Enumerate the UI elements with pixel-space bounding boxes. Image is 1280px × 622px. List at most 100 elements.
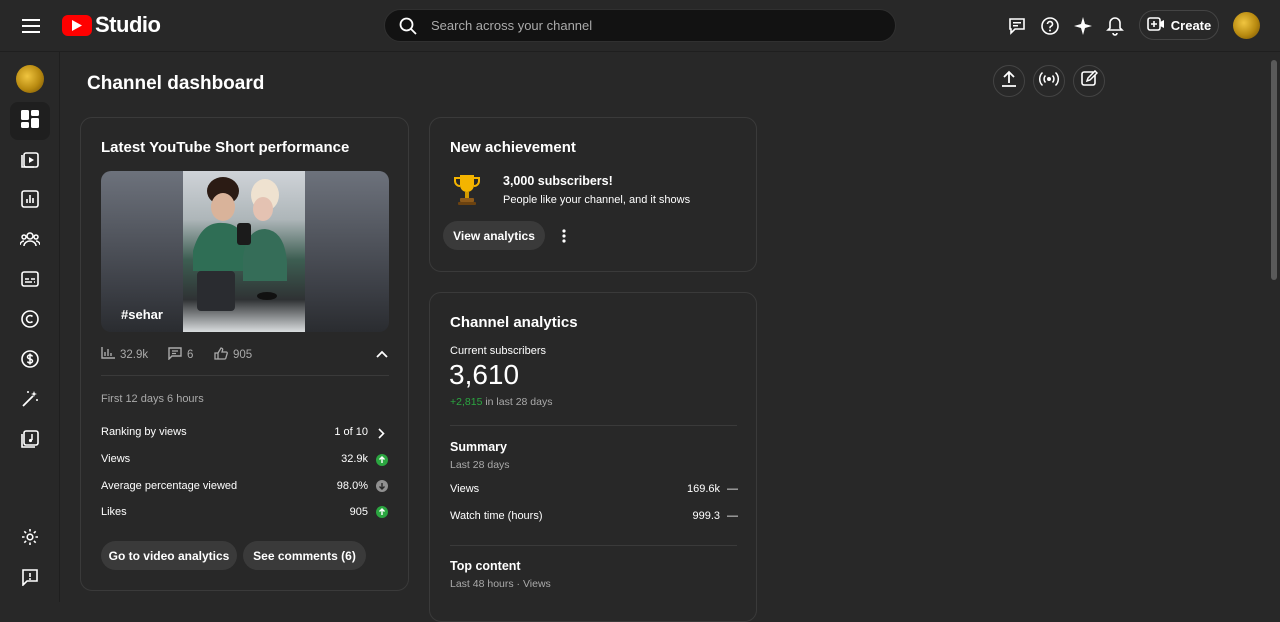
left-sidebar bbox=[0, 52, 60, 602]
nav-community[interactable] bbox=[10, 222, 50, 260]
views-stat: 32.9k bbox=[101, 347, 148, 362]
comments-count: 6 bbox=[187, 349, 194, 361]
achievement-headline: 3,000 subscribers! bbox=[503, 174, 613, 188]
monetization-dollar-icon bbox=[21, 349, 39, 373]
create-post-button[interactable] bbox=[1073, 65, 1105, 97]
achievement-subtext: People like your channel, and it shows bbox=[503, 194, 691, 206]
period-label: First 12 days 6 hours bbox=[101, 393, 204, 405]
divider bbox=[450, 425, 737, 426]
nav-settings[interactable] bbox=[10, 520, 50, 558]
summary-title: Summary bbox=[450, 440, 507, 454]
go-live-button[interactable] bbox=[1033, 65, 1065, 97]
summary-views-trend: — bbox=[727, 483, 738, 495]
create-video-icon bbox=[1146, 16, 1165, 34]
summary-watchtime-trend: — bbox=[727, 510, 738, 522]
likes-stat: 905 bbox=[214, 347, 252, 363]
divider bbox=[450, 545, 737, 546]
nav-analytics[interactable] bbox=[10, 182, 50, 220]
content-icon bbox=[21, 150, 39, 173]
subscribers-label: Current subscribers bbox=[450, 345, 546, 357]
arrow-down-icon bbox=[376, 480, 388, 492]
go-to-video-analytics-button[interactable]: Go to video analytics bbox=[101, 541, 237, 570]
studio-logo[interactable]: Studio bbox=[62, 12, 161, 38]
views-label: Views bbox=[101, 453, 131, 465]
trophy-icon bbox=[452, 173, 482, 212]
ranking-value: 1 of 10 bbox=[334, 426, 368, 438]
views-value: 32.9k bbox=[341, 453, 368, 465]
achievement-card: New achievement 3,000 subscribers! Peopl… bbox=[429, 117, 757, 272]
short-thumbnail[interactable]: #sehar bbox=[101, 171, 389, 332]
create-button[interactable]: Create bbox=[1139, 10, 1219, 40]
notifications-bell-icon[interactable] bbox=[1102, 13, 1128, 39]
avg-viewed-value: 98.0% bbox=[336, 480, 368, 492]
settings-gear-icon bbox=[21, 528, 39, 551]
views-count: 32.9k bbox=[120, 348, 149, 361]
menu-icon[interactable] bbox=[18, 14, 44, 38]
nav-earn[interactable] bbox=[10, 342, 50, 380]
create-label: Create bbox=[1170, 17, 1212, 33]
upload-icon bbox=[1001, 70, 1017, 93]
logo-text: Studio bbox=[95, 12, 161, 37]
account-avatar[interactable] bbox=[1233, 12, 1260, 39]
sparkle-icon[interactable] bbox=[1070, 13, 1096, 39]
summary-watchtime-label: Watch time (hours) bbox=[450, 510, 543, 522]
search-icon bbox=[399, 17, 417, 40]
audio-library-icon bbox=[21, 429, 39, 453]
arrow-up-icon bbox=[376, 454, 388, 466]
upload-button[interactable] bbox=[993, 65, 1025, 97]
bar-chart-icon bbox=[101, 347, 115, 362]
youtube-logo-icon bbox=[62, 14, 92, 36]
summary-watchtime-value: 999.3 bbox=[692, 510, 720, 522]
magic-wand-icon bbox=[21, 390, 39, 413]
subtitles-icon bbox=[21, 270, 39, 292]
divider bbox=[101, 375, 389, 376]
copyright-icon bbox=[21, 309, 39, 333]
subscribers-count: 3,610 bbox=[449, 359, 520, 390]
nav-subtitles[interactable] bbox=[10, 262, 50, 300]
nav-send-feedback[interactable] bbox=[10, 560, 50, 598]
chevron-right-icon[interactable] bbox=[374, 426, 388, 440]
page-title: Channel dashboard bbox=[87, 73, 265, 94]
nav-copyright[interactable] bbox=[10, 302, 50, 340]
analytics-icon bbox=[21, 189, 39, 213]
nav-customization[interactable] bbox=[10, 382, 50, 420]
nav-dashboard[interactable] bbox=[10, 102, 50, 140]
top-content-title: Top content bbox=[450, 559, 521, 573]
likes-label: Likes bbox=[101, 506, 127, 518]
arrow-up-icon bbox=[376, 506, 388, 518]
card-title: New achievement bbox=[450, 139, 576, 156]
search-input[interactable] bbox=[431, 10, 871, 41]
nav-audio-library[interactable] bbox=[10, 422, 50, 460]
channel-avatar[interactable] bbox=[16, 65, 44, 93]
dashboard-icon bbox=[21, 109, 39, 133]
view-analytics-button[interactable]: View analytics bbox=[443, 221, 545, 250]
subscribers-change: +2,815 in last 28 days bbox=[450, 396, 552, 408]
likes-count: 905 bbox=[233, 349, 253, 361]
summary-views-label: Views bbox=[450, 483, 480, 495]
short-hashtag: #sehar bbox=[121, 307, 163, 322]
channel-analytics-card: Channel analytics Current subscribers 3,… bbox=[429, 292, 757, 622]
card-title: Latest YouTube Short performance bbox=[101, 139, 350, 156]
subscribers-change-suffix: in last 28 days bbox=[485, 396, 553, 408]
thumbnail-image bbox=[183, 171, 305, 332]
search-bar[interactable] bbox=[384, 9, 896, 42]
short-performance-card: Latest YouTube Short performance #sehar … bbox=[80, 117, 409, 591]
more-vert-icon[interactable] bbox=[556, 226, 572, 246]
avg-viewed-label: Average percentage viewed bbox=[101, 480, 238, 492]
subscribers-change-value: +2,815 bbox=[450, 396, 483, 408]
comments-stat: 6 bbox=[168, 347, 193, 363]
summary-views-value: 169.6k bbox=[686, 483, 720, 495]
card-title: Channel analytics bbox=[450, 314, 578, 331]
summary-period: Last 28 days bbox=[450, 459, 510, 471]
comment-icon bbox=[168, 347, 182, 363]
feedback-icon[interactable] bbox=[1004, 13, 1030, 39]
see-comments-button[interactable]: See comments (6) bbox=[243, 541, 366, 570]
nav-content[interactable] bbox=[10, 142, 50, 180]
likes-value: 905 bbox=[349, 506, 368, 518]
page-scrollbar[interactable] bbox=[1271, 60, 1277, 280]
edit-pencil-icon bbox=[1080, 69, 1098, 92]
live-broadcast-icon bbox=[1038, 71, 1060, 92]
collapse-chevron-up-icon[interactable] bbox=[374, 346, 390, 362]
help-icon[interactable] bbox=[1037, 13, 1063, 39]
feedback-alert-icon bbox=[21, 568, 39, 591]
